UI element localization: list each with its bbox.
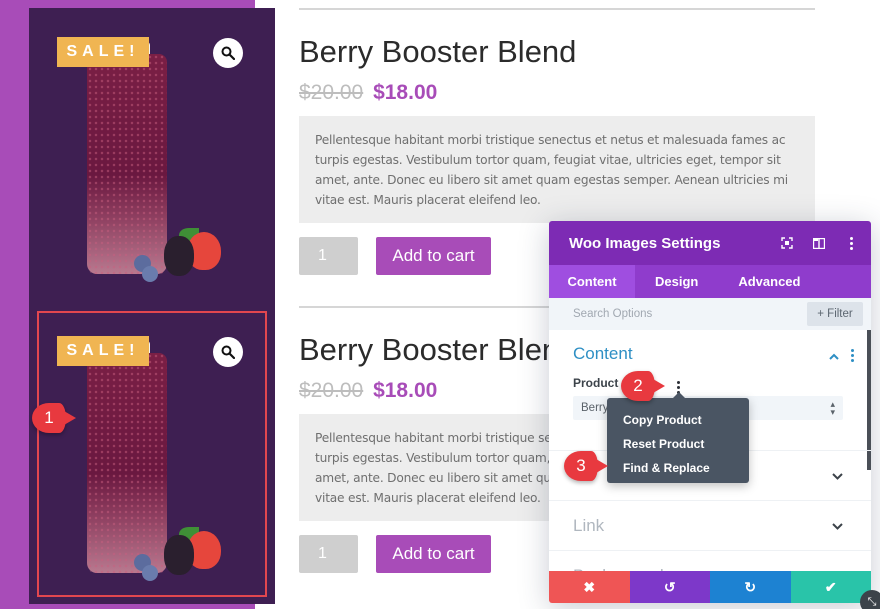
more-vertical-icon[interactable] xyxy=(847,349,857,362)
panel-footer: ✖ ↺ ↻ ✔ xyxy=(549,571,871,603)
link-section[interactable]: Link xyxy=(549,501,871,551)
magnifier-icon[interactable] xyxy=(213,337,243,367)
context-menu: Copy Product Reset Product Find & Replac… xyxy=(607,392,749,483)
product-image-gallery: SALE! SALE! xyxy=(29,8,275,604)
quantity-input[interactable]: 1 xyxy=(299,535,358,573)
close-icon: ✖ xyxy=(583,578,596,595)
search-options-input[interactable]: Search Options xyxy=(573,308,807,320)
sale-badge: SALE! xyxy=(57,37,149,67)
resize-handle-icon[interactable]: ⤡ xyxy=(860,590,880,609)
redo-icon: ↻ xyxy=(744,578,757,595)
undo-button[interactable]: ↺ xyxy=(629,571,710,603)
product-title: Berry Booster Blend xyxy=(299,34,577,69)
bottle-image xyxy=(87,341,167,573)
panel-title: Woo Images Settings xyxy=(569,234,721,252)
regular-price: $20.00 xyxy=(299,81,364,104)
section-title[interactable]: Content xyxy=(573,344,847,364)
bottle-image xyxy=(87,42,167,274)
search-options-bar: Search Options + Filter xyxy=(549,298,871,330)
discard-button[interactable]: ✖ xyxy=(549,571,630,603)
sale-price: $18.00 xyxy=(373,81,438,104)
filter-button[interactable]: + Filter xyxy=(807,302,863,326)
tab-content[interactable]: Content xyxy=(549,265,635,298)
redo-button[interactable]: ↻ xyxy=(710,571,791,603)
checkmark-icon: ✔ xyxy=(824,578,837,595)
tab-advanced[interactable]: Advanced xyxy=(718,265,820,298)
fullscreen-icon[interactable] xyxy=(771,237,803,249)
product-price: $20.00 $18.00 xyxy=(299,80,815,106)
magnifier-icon[interactable] xyxy=(213,38,243,68)
menu-item-find-replace[interactable]: Find & Replace xyxy=(623,456,749,480)
panel-header: Woo Images Settings xyxy=(549,221,871,265)
save-button[interactable]: ✔ xyxy=(790,571,871,603)
sale-badge: SALE! xyxy=(57,336,149,366)
divider xyxy=(299,8,815,10)
add-to-cart-button[interactable]: Add to cart xyxy=(376,535,491,573)
step-marker-1: 1 xyxy=(32,403,76,433)
quantity-input[interactable]: 1 xyxy=(299,237,358,275)
section-label: Link xyxy=(573,515,605,535)
section-controls xyxy=(829,348,857,363)
chevron-down-icon[interactable] xyxy=(832,519,843,533)
sale-price: $18.00 xyxy=(373,379,438,402)
product-select-value: Berry xyxy=(581,402,609,414)
add-to-cart-button[interactable]: Add to cart xyxy=(376,237,491,275)
product-image-2[interactable]: SALE! xyxy=(37,311,267,597)
step-marker-3: 3 xyxy=(564,451,608,481)
split-view-icon[interactable] xyxy=(803,237,835,249)
menu-item-copy-product[interactable]: Copy Product xyxy=(623,408,749,432)
chevron-up-icon[interactable] xyxy=(829,348,839,363)
page: SALE! SALE! Berry Booster Blend $20.00 $… xyxy=(0,0,880,609)
panel-tabs: Content Design Advanced xyxy=(549,265,871,298)
more-vertical-icon[interactable] xyxy=(835,236,867,250)
regular-price: $20.00 xyxy=(299,379,364,402)
chevron-down-icon[interactable] xyxy=(832,469,843,483)
select-arrows-icon: ▴ ▾ xyxy=(830,399,835,417)
product-description: Pellentesque habitant morbi tristique se… xyxy=(299,116,815,223)
menu-item-reset-product[interactable]: Reset Product xyxy=(623,432,749,456)
product-field-label: Product xyxy=(573,376,619,390)
tab-design[interactable]: Design xyxy=(635,265,718,298)
step-marker-2: 2 xyxy=(621,371,665,401)
undo-icon: ↺ xyxy=(663,578,676,595)
product-image-1[interactable]: SALE! xyxy=(39,14,265,296)
